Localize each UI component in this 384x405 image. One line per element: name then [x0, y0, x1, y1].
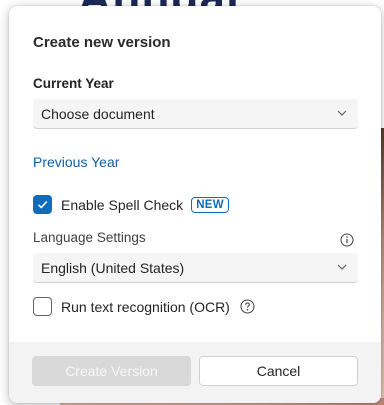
chevron-down-icon	[337, 264, 347, 270]
current-year-dropdown[interactable]: Choose document	[33, 99, 358, 129]
current-year-label: Current Year	[33, 76, 114, 91]
ocr-option[interactable]: Run text recognition (OCR)	[33, 297, 255, 316]
spell-check-label: Enable Spell Check	[61, 196, 184, 213]
dialog-footer: Create Version Cancel	[9, 342, 381, 403]
previous-year-link[interactable]: Previous Year	[33, 154, 119, 170]
new-badge: NEW	[191, 196, 229, 213]
current-year-value: Choose document	[41, 105, 155, 122]
language-value: English (United States)	[41, 259, 185, 276]
chevron-down-icon	[337, 110, 347, 116]
ocr-label: Run text recognition (OCR)	[61, 298, 230, 315]
cancel-button[interactable]: Cancel	[199, 356, 358, 386]
language-dropdown[interactable]: English (United States)	[33, 253, 358, 283]
dialog-title: Create new version	[33, 34, 171, 51]
ocr-checkbox[interactable]	[33, 297, 52, 316]
language-settings-label: Language Settings	[33, 230, 146, 245]
info-icon[interactable]	[340, 233, 354, 247]
spell-check-checkbox[interactable]	[33, 195, 52, 214]
spell-check-option[interactable]: Enable Spell Check NEW	[33, 195, 229, 214]
create-version-dialog: Create new version Current Year Choose d…	[9, 6, 381, 403]
checkmark-icon	[37, 200, 48, 209]
question-icon[interactable]	[240, 299, 255, 314]
create-version-button[interactable]: Create Version	[32, 356, 191, 386]
